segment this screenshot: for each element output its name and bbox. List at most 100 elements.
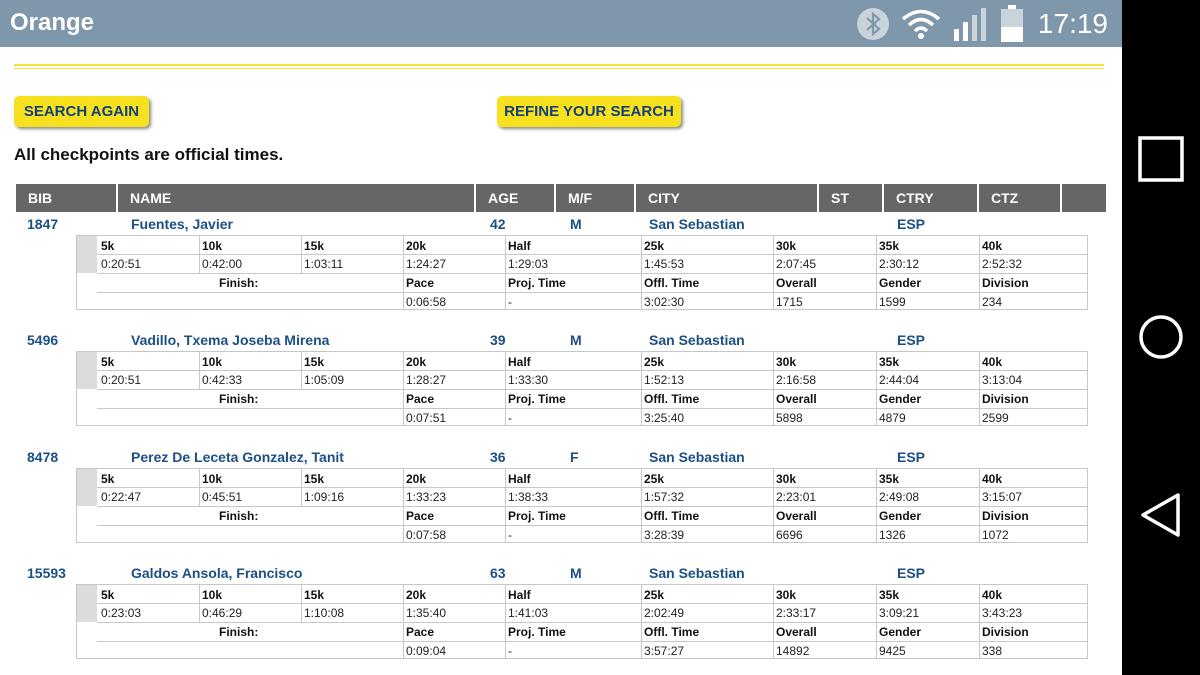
- split-label: 35k: [879, 239, 900, 253]
- divider-line: [14, 64, 1104, 66]
- split-label: 10k: [202, 239, 223, 253]
- finish-label: Finish:: [219, 625, 259, 639]
- split-label: 15k: [304, 588, 325, 602]
- runner-age: 63: [490, 565, 506, 581]
- split-time: 2:23:01: [776, 490, 817, 504]
- runner-bib-link[interactable]: 1847: [27, 213, 58, 235]
- finish-pace-label: Pace: [406, 625, 435, 639]
- runner-country: ESP: [897, 449, 926, 465]
- finish-overall-label: Overall: [776, 625, 817, 639]
- column-header-sex[interactable]: M/F: [556, 184, 634, 212]
- runner-name-link[interactable]: Fuentes, Javier: [131, 213, 233, 235]
- split-time: 1:10:08: [304, 606, 345, 620]
- runner-bib-link[interactable]: 15593: [27, 562, 66, 584]
- row-expander: [77, 469, 97, 506]
- split-time: 1:24:27: [406, 257, 447, 271]
- recents-square-icon[interactable]: [1138, 136, 1184, 182]
- column-header-citizenship[interactable]: CTZ: [979, 184, 1060, 212]
- split-time: 1:41:03: [508, 606, 549, 620]
- finish-proj-time-label: Proj. Time: [508, 509, 566, 523]
- runner-name-link[interactable]: Galdos Ansola, Francisco: [131, 562, 302, 584]
- split-time: 3:09:21: [879, 606, 920, 620]
- runner-entry: 15593 Galdos Ansola, Francisco 63 M San Seba…: [0, 562, 1122, 672]
- split-time: 0:42:00: [202, 257, 243, 271]
- split-time: 1:05:09: [304, 373, 345, 387]
- finish-division-value: 2599: [982, 411, 1009, 425]
- finish-gender-value: 4879: [879, 411, 906, 425]
- status-icons: 17:19: [856, 5, 1108, 42]
- column-header-country[interactable]: CTRY: [884, 184, 977, 212]
- runner-city: San Sebastian: [649, 332, 745, 348]
- split-label: Half: [508, 239, 531, 253]
- split-label: 30k: [776, 588, 797, 602]
- runner-sex: M: [570, 332, 582, 348]
- search-again-button[interactable]: SEARCH AGAIN: [14, 96, 149, 127]
- column-header-city[interactable]: CITY: [636, 184, 817, 212]
- results-table-header: BIB NAME AGE M/F CITY ST CTRY CTZ: [16, 184, 1106, 212]
- column-header-name[interactable]: NAME: [118, 184, 474, 212]
- split-label: 40k: [982, 355, 1003, 369]
- runner-age: 42: [490, 216, 506, 232]
- navigation-bar: [1122, 0, 1200, 675]
- split-label: Half: [508, 355, 531, 369]
- finish-pace-label: Pace: [406, 509, 435, 523]
- runner-bib-link[interactable]: 8478: [27, 446, 58, 468]
- split-label: 30k: [776, 239, 797, 253]
- finish-label: Finish:: [219, 509, 259, 523]
- split-time: 1:29:03: [508, 257, 549, 271]
- split-label: Half: [508, 588, 531, 602]
- app-title: Orange: [10, 9, 95, 36]
- split-time: 1:35:40: [406, 606, 447, 620]
- finish-division-label: Division: [982, 276, 1029, 290]
- split-time: 2:49:08: [879, 490, 920, 504]
- split-label: 10k: [202, 472, 223, 486]
- finish-pace-value: 0:06:58: [406, 295, 447, 309]
- column-header-age[interactable]: AGE: [476, 184, 554, 212]
- finish-offl-time-value: 3:57:27: [644, 644, 685, 658]
- finish-offl-time-value: 3:25:40: [644, 411, 685, 425]
- runner-name-link[interactable]: Vadillo, Txema Joseba Mirena: [131, 329, 329, 351]
- official-times-notice: All checkpoints are official times.: [14, 145, 284, 164]
- finish-offl-time-label: Offl. Time: [644, 509, 700, 523]
- back-triangle-icon[interactable]: [1138, 492, 1184, 538]
- split-time: 3:43:23: [982, 606, 1023, 620]
- runner-bib-link[interactable]: 5496: [27, 329, 58, 351]
- finish-proj-time-value: -: [508, 295, 512, 309]
- finish-proj-time-label: Proj. Time: [508, 392, 566, 406]
- finish-gender-label: Gender: [879, 625, 922, 639]
- splits-table: 5k 0:20:51 10k 0:42:33 15k 1:05:09 20k 1:28:27 H…: [76, 351, 1088, 426]
- split-time: 1:09:16: [304, 490, 345, 504]
- split-label: 20k: [406, 472, 427, 486]
- finish-proj-time-label: Proj. Time: [508, 276, 566, 290]
- split-time: 2:33:17: [776, 606, 817, 620]
- finish-offl-time-value: 3:02:30: [644, 295, 685, 309]
- split-time: 2:16:58: [776, 373, 817, 387]
- finish-overall-value: 6696: [776, 528, 803, 542]
- finish-proj-time-value: -: [508, 644, 512, 658]
- finish-proj-time-value: -: [508, 411, 512, 425]
- refine-search-button[interactable]: REFINE YOUR SEARCH: [497, 96, 681, 127]
- split-label: 25k: [644, 239, 665, 253]
- finish-gender-label: Gender: [879, 509, 922, 523]
- splits-table: 5k 0:22:47 10k 0:45:51 15k 1:09:16 20k 1:33:23 H…: [76, 468, 1088, 543]
- split-label: 5k: [101, 588, 115, 602]
- split-time: 0:45:51: [202, 490, 243, 504]
- finish-gender-value: 9425: [879, 644, 906, 658]
- finish-gender-label: Gender: [879, 276, 922, 290]
- column-header-state[interactable]: ST: [819, 184, 882, 212]
- home-circle-icon[interactable]: [1138, 314, 1184, 360]
- split-time: 0:22:47: [101, 490, 142, 504]
- split-label: 40k: [982, 239, 1003, 253]
- column-header-extra: [1062, 184, 1106, 212]
- column-header-bib[interactable]: BIB: [16, 184, 116, 212]
- runner-entry: 1847 Fuentes, Javier 42 M San Sebastian ESP 5k…: [0, 213, 1122, 323]
- finish-pace-label: Pace: [406, 276, 435, 290]
- split-time: 0:42:33: [202, 373, 243, 387]
- split-time: 0:20:51: [101, 373, 142, 387]
- finish-overall-label: Overall: [776, 392, 817, 406]
- split-time: 0:46:29: [202, 606, 243, 620]
- finish-pace-value: 0:09:04: [406, 644, 447, 658]
- runner-name-link[interactable]: Perez De Leceta Gonzalez, Tanit: [131, 446, 344, 468]
- split-time: 1:03:11: [304, 257, 344, 271]
- finish-division-value: 234: [982, 295, 1003, 309]
